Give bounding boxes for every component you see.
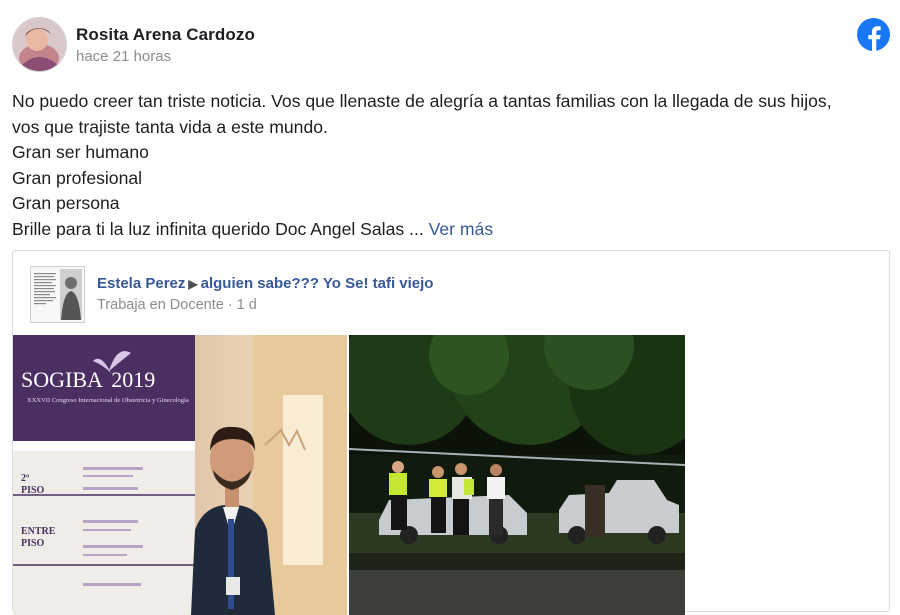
shared-post-meta: Trabaja en Docente · 1 d [97,297,257,313]
post-line-last: Brille para ti la luz infinita querido D… [12,217,892,243]
post-line: No puedo creer tan triste noticia. Vos q… [12,91,832,111]
shared-author-name[interactable]: Estela Perez [97,275,185,292]
shared-post-header: Estela Perez ▶ alguien sabe??? Yo Se! tafi… [97,275,433,292]
floor-word: PISO [21,538,45,549]
floor-word: PISO [21,485,45,496]
post-line: Gran persona [12,193,120,213]
floor-label-2: 2º PISO [21,473,44,497]
feed-post: Rosita Arena Cardozo hace 21 horas No pu… [0,0,900,615]
banner-subtitle: XXXVII Congreso Internacional de Obstetr… [27,397,189,404]
post-message: No puedo creer tan triste noticia. Vos q… [12,89,892,242]
facebook-icon[interactable] [857,18,890,51]
floor-number: ENTRE [21,526,56,537]
post-line: Brille para ti la luz infinita querido D… [12,218,424,239]
shared-author-avatar[interactable] [30,266,85,323]
post-line: Gran profesional [12,167,143,188]
post-line: Gran ser humano [12,142,149,162]
post-timestamp[interactable]: hace 21 horas [76,48,171,65]
floor-number: 2º [21,473,30,484]
author-avatar[interactable] [12,17,67,72]
shared-photo-night-scene[interactable] [349,335,685,615]
shared-post[interactable]: Estela Perez ▶ alguien sabe??? Yo Se! tafi… [12,250,890,615]
see-more-link[interactable]: Ver más [429,219,494,239]
shared-photo-conference[interactable]: SOGIBA 2019 XXXVII Congreso Internaciona… [13,335,347,615]
post-author-name[interactable]: Rosita Arena Cardozo [76,25,255,45]
floor-label-entre: ENTRE PISO [21,526,55,550]
banner-year: 2019 [111,367,156,392]
banner-brand: SOGIBA [21,367,102,392]
shared-group-name[interactable]: alguien sabe??? Yo Se! tafi viejo [201,275,434,292]
banner-brand-text: SOGIBA 2019 [21,367,155,393]
caret-right-icon: ▶ [188,277,198,291]
post-line: vos que trajiste tanta vida a este mundo… [12,116,328,137]
